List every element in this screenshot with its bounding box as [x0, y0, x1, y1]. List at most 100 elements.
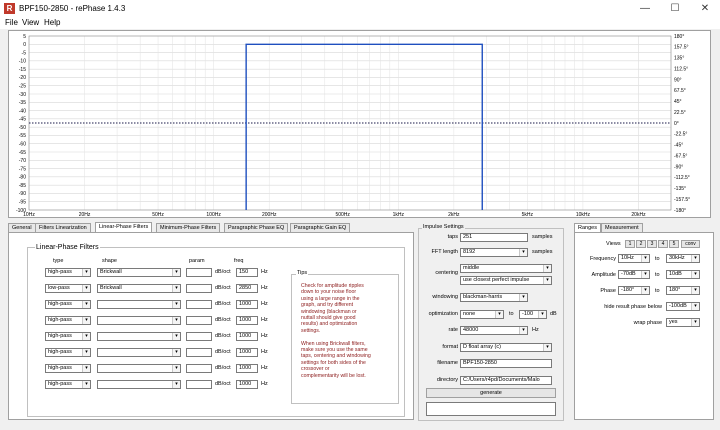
fft-length-select[interactable]: 8192 ▾: [460, 248, 528, 257]
centering-select[interactable]: middle ▾: [460, 264, 552, 273]
filter-type-select[interactable]: high-pass ▾: [45, 268, 91, 277]
chevron-down-icon: ▾: [691, 303, 699, 310]
freq-to-select[interactable]: 30kHz ▾: [666, 254, 700, 263]
phase-tick-label: -45°: [674, 143, 683, 149]
filter-type-select[interactable]: high-pass ▾: [45, 300, 91, 309]
filter-type-value: high-pass: [48, 381, 72, 387]
chevron-down-icon: ▾: [82, 349, 90, 356]
maximize-button[interactable]: ☐: [660, 0, 690, 17]
tips-text: Check for amplitude ripples down to your …: [301, 283, 397, 379]
minimize-button[interactable]: —: [630, 0, 660, 17]
y-tick-label: -90: [19, 191, 26, 197]
filter-type-value: low-pass: [48, 285, 70, 291]
filter-param-input[interactable]: [186, 332, 212, 341]
filter-param-input[interactable]: [186, 300, 212, 309]
amp-from-select[interactable]: -70dB ▾: [618, 270, 650, 279]
y-tick-label: -35: [19, 100, 26, 106]
tab-linear-phase-filters[interactable]: Linear-Phase Filters: [95, 222, 153, 232]
windowing-select[interactable]: blackman-harris ▾: [460, 293, 528, 302]
hide-phase-label: hide result phase below: [604, 304, 662, 310]
filter-freq-input[interactable]: 1000: [236, 364, 258, 373]
filter-shape-select[interactable]: ▾: [97, 316, 181, 325]
view-4-button[interactable]: 4: [658, 240, 668, 248]
tips-title: Tips: [296, 270, 309, 277]
wrap-phase-select[interactable]: yes ▾: [666, 318, 700, 327]
filter-shape-select[interactable]: ▾: [97, 380, 181, 389]
freq-from-select[interactable]: 10Hz ▾: [618, 254, 650, 263]
close-button[interactable]: ✕: [690, 0, 720, 17]
y-tick-label: -25: [19, 84, 26, 90]
tab-general[interactable]: General: [8, 223, 36, 232]
centering-mode-select[interactable]: use closest perfect impulse ▾: [460, 276, 552, 285]
view-5-button[interactable]: 5: [669, 240, 679, 248]
menu-bar: File View Help: [0, 17, 720, 29]
filter-type-select[interactable]: high-pass ▾: [45, 316, 91, 325]
filter-shape-select[interactable]: ▾: [97, 348, 181, 357]
filter-freq-input[interactable]: 1000: [236, 332, 258, 341]
generate-button[interactable]: generate: [426, 388, 556, 398]
chevron-down-icon: ▾: [172, 333, 180, 340]
filter-param-input[interactable]: [186, 316, 212, 325]
phase-tick-label: 90°: [674, 77, 682, 83]
filter-type-select[interactable]: high-pass ▾: [45, 332, 91, 341]
filter-param-input[interactable]: [186, 268, 212, 277]
filter-param-input[interactable]: [186, 364, 212, 373]
response-graph[interactable]: 5 0 -5 -10 -15 -20 -25 -30 -35 -40 -45 -50 -55 -60 -65…: [8, 30, 711, 218]
filter-param-input[interactable]: [186, 380, 212, 389]
col-param-label: param: [189, 258, 205, 264]
tab-minimum-phase-filters[interactable]: Minimum-Phase Filters: [156, 223, 221, 232]
format-label: format: [442, 344, 458, 350]
taps-input[interactable]: 251: [460, 233, 528, 242]
filter-freq-input[interactable]: 1000: [236, 316, 258, 325]
filter-freq-input[interactable]: 2850: [236, 284, 258, 293]
filter-shape-select[interactable]: Brickwall ▾: [97, 268, 181, 277]
filter-type-select[interactable]: high-pass ▾: [45, 364, 91, 373]
tab-measurement[interactable]: Measurement: [601, 223, 643, 232]
chevron-down-icon: ▾: [641, 271, 649, 278]
filter-shape-select[interactable]: Brickwall ▾: [97, 284, 181, 293]
filter-shape-select[interactable]: ▾: [97, 364, 181, 373]
phase-to-select[interactable]: 180° ▾: [666, 286, 700, 295]
y-tick-label: -50: [19, 125, 26, 131]
filter-shape-select[interactable]: ▾: [97, 300, 181, 309]
menu-view[interactable]: View: [19, 17, 42, 29]
filter-freq-input[interactable]: 150: [236, 268, 258, 277]
rate-select[interactable]: 48000 ▾: [460, 326, 528, 335]
directory-input[interactable]: C:/Users/r4pd/Documents/Malo: [460, 376, 552, 385]
chevron-down-icon: ▾: [82, 301, 90, 308]
tab-filters-linearization[interactable]: Filters Linearization: [35, 223, 91, 232]
windowing-label: windowing: [432, 294, 458, 300]
amplitude-label: Amplitude: [591, 272, 616, 278]
tab-paragraphic-gain-eq[interactable]: Paragraphic Gain EQ: [290, 223, 351, 232]
filter-freq-input[interactable]: 1000: [236, 380, 258, 389]
filter-param-input[interactable]: [186, 348, 212, 357]
view-1-button[interactable]: 1: [625, 240, 635, 248]
filter-freq-input[interactable]: 1000: [236, 300, 258, 309]
hide-phase-select[interactable]: -100dB ▾: [666, 302, 700, 311]
menu-help[interactable]: Help: [41, 17, 63, 29]
filter-type-select[interactable]: low-pass ▾: [45, 284, 91, 293]
chevron-down-icon: ▾: [691, 319, 699, 326]
format-select[interactable]: D float array (c) ▾: [460, 343, 552, 352]
filter-freq-input[interactable]: 1000: [236, 348, 258, 357]
filename-input[interactable]: BPF150-2850: [460, 359, 552, 368]
view-2-button[interactable]: 2: [636, 240, 646, 248]
optimization-db-select[interactable]: -100 ▾: [519, 310, 547, 319]
taps-label: taps: [447, 234, 458, 240]
tab-paragraphic-phase-eq[interactable]: Paragraphic Phase EQ: [224, 223, 289, 232]
view-conv-button[interactable]: conv: [681, 240, 700, 248]
optimization-select[interactable]: none ▾: [460, 310, 504, 319]
optimization-label: optimization: [428, 311, 458, 317]
directory-label: directory: [436, 377, 458, 383]
amp-to-select[interactable]: 10dB ▾: [666, 270, 700, 279]
filter-param-input[interactable]: [186, 284, 212, 293]
phase-from-select[interactable]: -180° ▾: [618, 286, 650, 295]
filter-shape-select[interactable]: ▾: [97, 332, 181, 341]
filename-label: filename: [437, 360, 458, 366]
amp-to-label: to: [655, 272, 660, 278]
chevron-down-icon: ▾: [691, 287, 699, 294]
filter-type-select[interactable]: high-pass ▾: [45, 380, 91, 389]
filter-type-select[interactable]: high-pass ▾: [45, 348, 91, 357]
phase-tick-label: -157.5°: [674, 197, 690, 203]
view-3-button[interactable]: 3: [647, 240, 657, 248]
